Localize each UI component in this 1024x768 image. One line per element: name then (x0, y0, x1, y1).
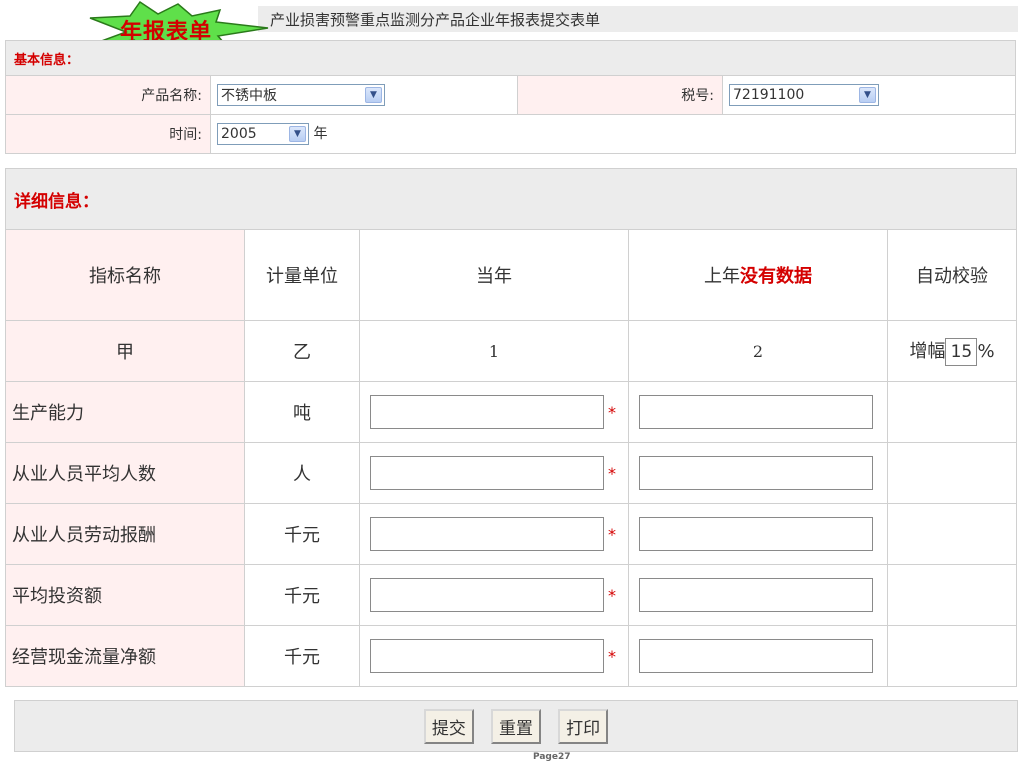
percent-sign: % (977, 340, 995, 362)
year-select[interactable]: 2005 ▼ (217, 123, 309, 145)
chevron-down-icon[interactable]: ▼ (859, 87, 876, 103)
time-label: 时间: (5, 114, 211, 154)
product-name-value: 不锈中板 (221, 88, 277, 104)
button-bar: 提交 重置 打印 (14, 700, 1018, 752)
indicator-unit: 人 (244, 442, 360, 504)
required-mark: * (608, 524, 616, 544)
last-cell (628, 381, 888, 443)
indicator-name: 经营现金流量净额 (5, 625, 245, 687)
product-name-select[interactable]: 不锈中板 ▼ (217, 84, 385, 106)
required-mark: * (608, 646, 616, 666)
current-year-input[interactable] (370, 517, 604, 551)
last-cell (628, 564, 888, 626)
last-cell (628, 625, 888, 687)
last-year-input[interactable] (639, 639, 873, 673)
product-name-cell: 不锈中板 ▼ (210, 75, 518, 115)
required-mark: * (608, 585, 616, 605)
current-year-input[interactable] (370, 456, 604, 490)
indicator-name: 平均投资额 (5, 564, 245, 626)
check-cell (887, 381, 1017, 443)
required-mark: * (608, 463, 616, 483)
current-year-input[interactable] (370, 639, 604, 673)
reset-button[interactable]: 重置 (491, 709, 541, 744)
indicator-unit: 吨 (244, 381, 360, 443)
last-year-input[interactable] (639, 395, 873, 429)
check-cell (887, 442, 1017, 504)
current-year-input[interactable] (370, 395, 604, 429)
year-value: 2005 (221, 126, 257, 142)
product-name-label: 产品名称: (5, 75, 211, 115)
submit-button[interactable]: 提交 (423, 709, 474, 744)
basic-info-table: 基本信息： 产品名称: 不锈中板 ▼ 税号: 72191100 ▼ 时间: 20… (5, 40, 1016, 154)
indicator-name: 从业人员劳动报酬 (5, 503, 245, 565)
col-auto-check: 自动校验 (887, 229, 1017, 321)
time-cell: 2005 ▼ 年 (210, 114, 1016, 154)
code-current: 1 (359, 320, 629, 382)
indicator-unit: 千元 (244, 564, 360, 626)
indicator-name: 生产能力 (5, 381, 245, 443)
last-year-input[interactable] (639, 517, 873, 551)
indicator-unit: 千元 (244, 625, 360, 687)
print-button[interactable]: 打印 (558, 709, 609, 744)
page-number: Page27 (533, 752, 571, 762)
current-cell: * (359, 442, 629, 504)
last-cell (628, 503, 888, 565)
indicator-unit: 千元 (244, 503, 360, 565)
current-cell: * (359, 564, 629, 626)
check-cell (887, 625, 1017, 687)
chevron-down-icon[interactable]: ▼ (365, 87, 382, 103)
col-unit: 计量单位 (244, 229, 360, 321)
tax-number-label: 税号: (517, 75, 723, 115)
last-year-input[interactable] (639, 456, 873, 490)
basic-info-header: 基本信息： (5, 40, 1016, 76)
col-indicator-name: 指标名称 (5, 229, 245, 321)
indicator-name: 从业人员平均人数 (5, 442, 245, 504)
table-row: 经营现金流量净额 千元 * (5, 625, 1017, 687)
col-last-year: 上年没有数据 (628, 229, 888, 321)
check-cell (887, 503, 1017, 565)
table-row: 生产能力 吨 * (5, 381, 1017, 443)
tax-number-select[interactable]: 72191100 ▼ (729, 84, 879, 106)
last-year-input[interactable] (639, 578, 873, 612)
detail-info-header: 详细信息： (5, 168, 1017, 230)
check-cell (887, 564, 1017, 626)
tax-number-cell: 72191100 ▼ (722, 75, 1016, 115)
current-cell: * (359, 625, 629, 687)
table-row: 从业人员劳动报酬 千元 * (5, 503, 1017, 565)
table-row: 平均投资额 千元 * (5, 564, 1017, 626)
increase-input[interactable]: 15 (945, 337, 978, 366)
tax-number-value: 72191100 (733, 87, 805, 103)
current-cell: * (359, 503, 629, 565)
current-year-input[interactable] (370, 578, 604, 612)
form-title-bar: 产业损害预警重点监测分产品企业年报表提交表单 (258, 6, 1018, 32)
chevron-down-icon[interactable]: ▼ (289, 126, 306, 142)
code-last: 2 (628, 320, 888, 382)
code-unit: 乙 (244, 320, 360, 382)
no-data-note: 没有数据 (740, 266, 812, 287)
col-current-year: 当年 (359, 229, 629, 321)
required-mark: * (608, 402, 616, 422)
last-cell (628, 442, 888, 504)
year-unit: 年 (313, 126, 328, 142)
increase-label: 增幅 (909, 340, 946, 362)
col-last-year-label: 上年 (704, 266, 740, 287)
form-title: 产业损害预警重点监测分产品企业年报表提交表单 (270, 11, 601, 29)
table-row: 从业人员平均人数 人 * (5, 442, 1017, 504)
code-name: 甲 (5, 320, 245, 382)
increase-cell: 增幅 15% (887, 320, 1017, 382)
detail-info-table: 详细信息： 指标名称 计量单位 当年 上年没有数据 自动校验 甲 乙 1 2 增… (5, 168, 1017, 687)
current-cell: * (359, 381, 629, 443)
